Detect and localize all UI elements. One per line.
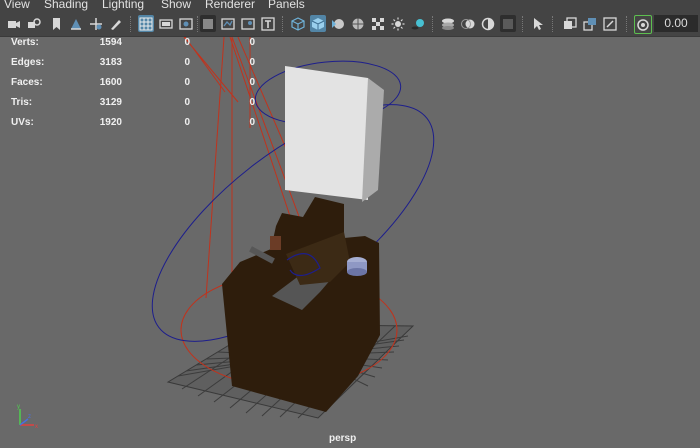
hud-value: 3129 bbox=[99, 97, 122, 108]
hud-value: 0 bbox=[249, 57, 255, 68]
axis-z-label: z bbox=[28, 414, 31, 420]
menu-view[interactable]: View bbox=[4, 0, 30, 12]
toolbar-separator bbox=[432, 16, 435, 32]
axis-y-label: y bbox=[17, 404, 20, 410]
toolbar-separator bbox=[522, 16, 525, 32]
menu-lighting[interactable]: Lighting bbox=[102, 0, 144, 12]
toolbar-separator bbox=[282, 16, 285, 32]
safe-action-icon[interactable] bbox=[240, 15, 256, 32]
grid-icon[interactable] bbox=[138, 15, 154, 32]
menu-shading[interactable]: Shading bbox=[44, 0, 88, 12]
hud-value: 0 bbox=[184, 97, 190, 108]
hud-value: 0 bbox=[184, 77, 190, 88]
hud-value: 1594 bbox=[99, 37, 122, 48]
hud-label: Faces: bbox=[11, 77, 43, 88]
bookmark-icon[interactable] bbox=[48, 15, 64, 32]
smooth-shade-icon[interactable] bbox=[310, 15, 326, 32]
camera-name-label: persp bbox=[329, 433, 357, 444]
xray-icon[interactable] bbox=[562, 15, 578, 32]
depth-of-field-icon[interactable] bbox=[500, 15, 516, 32]
hud-value: 0 bbox=[249, 37, 255, 48]
hud-value: 0 bbox=[184, 57, 190, 68]
panel-toolbar: 0.00 bbox=[0, 12, 700, 37]
camera-attributes-icon[interactable] bbox=[26, 15, 42, 32]
2d-pan-zoom-icon[interactable] bbox=[88, 15, 104, 32]
hud-value: 1600 bbox=[99, 77, 122, 88]
hud-label: Tris: bbox=[11, 97, 33, 108]
axis-x-label: x bbox=[35, 424, 38, 430]
hud-icon[interactable] bbox=[634, 15, 652, 34]
hud-value: 0 bbox=[184, 117, 190, 128]
motion-blur-icon[interactable] bbox=[460, 15, 476, 32]
menu-panels[interactable]: Panels bbox=[268, 0, 305, 12]
field-chart-icon[interactable] bbox=[220, 15, 236, 32]
toolbar-separator bbox=[552, 16, 555, 32]
hud-label: Edges: bbox=[11, 57, 45, 68]
xray-joints-icon[interactable] bbox=[602, 15, 618, 32]
hud-value: 0 bbox=[249, 77, 255, 88]
toolbar-separator bbox=[626, 16, 629, 32]
hud-value: 1920 bbox=[99, 117, 122, 128]
safe-title-icon[interactable] bbox=[260, 15, 276, 32]
menu-show[interactable]: Show bbox=[161, 0, 191, 12]
image-plane-icon[interactable] bbox=[68, 15, 84, 32]
xray-active-icon[interactable] bbox=[582, 15, 598, 32]
view-axis-gizmo: y x z bbox=[17, 404, 38, 430]
anti-aliasing-icon[interactable] bbox=[480, 15, 496, 32]
shaded-wireframe-icon[interactable] bbox=[350, 15, 366, 32]
hud-label: UVs: bbox=[11, 117, 34, 128]
menu-renderer[interactable]: Renderer bbox=[205, 0, 255, 12]
resolution-gate-icon[interactable] bbox=[178, 15, 194, 32]
isolate-select-icon[interactable] bbox=[530, 15, 546, 32]
texture-icon[interactable] bbox=[370, 15, 386, 32]
grease-pencil-icon[interactable] bbox=[108, 15, 124, 32]
camera-select-icon[interactable] bbox=[6, 15, 22, 32]
hud-value: 3183 bbox=[99, 57, 122, 68]
film-gate-icon[interactable] bbox=[158, 15, 174, 32]
hud-value: 0 bbox=[184, 37, 190, 48]
lights-icon[interactable] bbox=[390, 15, 406, 32]
default-material-icon[interactable] bbox=[330, 15, 346, 32]
hud-label: Verts: bbox=[11, 37, 39, 48]
toolbar-separator bbox=[130, 16, 133, 32]
screen-space-ao-icon[interactable] bbox=[440, 15, 456, 32]
menu-bar: View Shading Lighting Show Renderer Pane… bbox=[0, 0, 700, 12]
shadows-icon[interactable] bbox=[410, 15, 426, 32]
hud-value: 0 bbox=[249, 97, 255, 108]
gate-mask-icon[interactable] bbox=[200, 15, 216, 32]
hud-value: 0 bbox=[249, 117, 255, 128]
wireframe-icon[interactable] bbox=[290, 15, 306, 32]
time-field[interactable]: 0.00 bbox=[654, 15, 698, 32]
white-card bbox=[285, 66, 384, 202]
